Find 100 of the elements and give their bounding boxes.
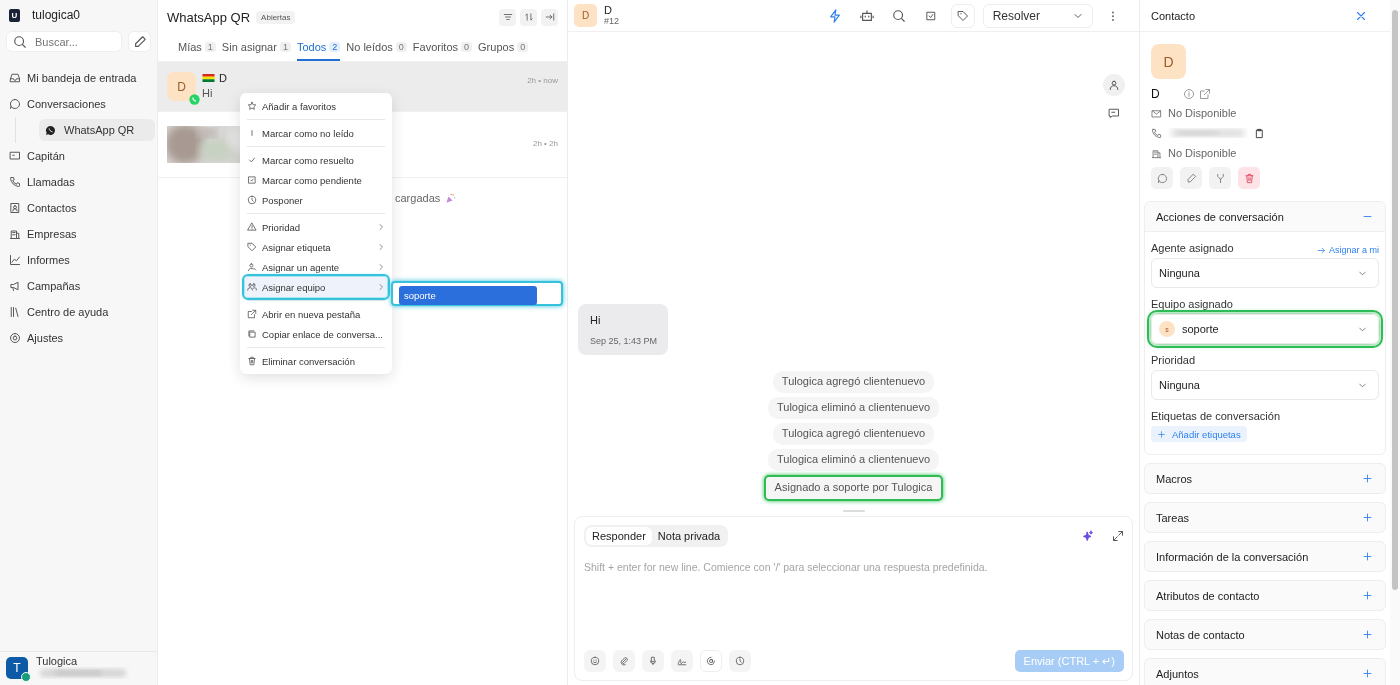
sparkle-icon[interactable] (1082, 530, 1094, 542)
nav-subitem[interactable]: WhatsApp QR (39, 119, 155, 141)
nav-item[interactable]: Campañas (9, 273, 157, 299)
activity-message: Tulogica agregó clientenuevo (772, 423, 935, 445)
menu-item[interactable]: Abrir en nueva pestaña (245, 304, 387, 324)
contact-action-button[interactable] (1238, 167, 1260, 189)
section-title[interactable]: Macros (1156, 472, 1193, 485)
nav-item[interactable]: Capitán (9, 143, 157, 169)
lightning-icon (827, 8, 842, 23)
collapse-button[interactable] (541, 8, 558, 26)
toolbar-button[interactable] (613, 650, 635, 672)
add-labels-button[interactable]: Añadir etiquetas (1151, 426, 1247, 442)
menu-item[interactable]: Posponer (245, 190, 387, 210)
dropdown[interactable]: Ninguna (1151, 258, 1379, 288)
menu-item[interactable]: Asignar equipo (245, 277, 387, 297)
monitor-icon (9, 150, 21, 162)
activity-message: Asignado a soporte por Tulogica (763, 475, 944, 501)
plus-icon[interactable] (1362, 668, 1373, 679)
toolbar-button[interactable] (700, 650, 722, 672)
search-icon (13, 34, 27, 49)
section-title[interactable]: Notas de contacto (1156, 628, 1245, 641)
toolbar-button[interactable] (671, 650, 693, 672)
menu-item[interactable]: Copiar enlace de conversa... (245, 324, 387, 344)
expand-icon[interactable] (1112, 530, 1124, 542)
plus-icon[interactable] (1362, 512, 1373, 523)
trash-icon (1243, 172, 1255, 184)
section-title[interactable]: Adjuntos (1156, 667, 1199, 680)
warning-icon (247, 222, 257, 232)
plus-icon[interactable] (1362, 473, 1373, 484)
status-badge[interactable]: Abiertas (256, 10, 296, 24)
filter-tab[interactable]: Favoritos 0 (412, 34, 473, 61)
search-input[interactable]: Buscar... (33, 34, 122, 49)
menu-item[interactable]: Asignar etiqueta (245, 237, 387, 257)
nav-item[interactable]: Llamadas (9, 169, 157, 195)
contact-avatar: D (1151, 44, 1186, 79)
message-text: Hi (590, 314, 602, 326)
contact-panel-button[interactable] (1103, 74, 1125, 96)
menu-item[interactable]: Marcar como resuelto (245, 150, 387, 170)
menu-item[interactable]: Marcar como pendiente (245, 170, 387, 190)
pencil-icon (132, 34, 147, 49)
trash-icon (247, 356, 257, 366)
menu-item[interactable]: Eliminar conversación (245, 351, 387, 371)
info-icon[interactable] (1183, 88, 1195, 100)
section-title[interactable]: Tareas (1156, 511, 1190, 524)
search-field[interactable]: Buscar... (6, 31, 122, 52)
resolve-button[interactable]: Resolver (982, 3, 1093, 28)
menu-item[interactable]: soporte (399, 286, 537, 305)
field-label: Agente asignado (1151, 242, 1234, 254)
contact-email: No Disponible (1168, 107, 1237, 119)
settings-icon (9, 332, 21, 344)
clipboard-icon[interactable] (1254, 127, 1265, 139)
menu-item[interactable]: Prioridad (245, 217, 387, 237)
contact-name: D (219, 72, 227, 84)
nav-item[interactable]: Conversaciones (9, 91, 157, 117)
filter-tab[interactable]: Grupos 0 (478, 34, 529, 61)
contact-company: No Disponible (1168, 147, 1237, 159)
label-button[interactable] (950, 3, 975, 28)
mail-icon (1151, 107, 1162, 119)
nav-item[interactable]: Mi bandeja de entrada (9, 65, 157, 91)
chevron-right-icon (377, 283, 385, 291)
flag-icon (202, 74, 215, 82)
section-title[interactable]: Atributos de contacto (1156, 589, 1260, 602)
filter-tab[interactable]: Sin asignar 1 (221, 34, 291, 61)
nav-item[interactable]: Ajustes (9, 325, 157, 351)
filter-tab[interactable]: No leídos 0 (346, 34, 407, 61)
reply-mode-tab[interactable]: Nota privada (651, 527, 727, 545)
scrollbar[interactable] (1390, 0, 1400, 685)
tag-icon (956, 9, 969, 22)
workspace-name[interactable]: tulogica0 (32, 8, 81, 22)
plus-icon (1157, 429, 1166, 439)
nav-item[interactable]: Centro de ayuda (9, 299, 157, 325)
nav-item[interactable]: Informes (9, 247, 157, 273)
compose-button[interactable] (128, 31, 151, 52)
plus-icon[interactable] (1362, 629, 1373, 640)
dropdown[interactable]: Ninguna (1151, 370, 1379, 400)
phone-icon (1151, 127, 1162, 139)
checkbox-icon (924, 9, 937, 22)
contact-action-button[interactable] (1151, 167, 1173, 189)
nav-item[interactable]: Contactos (9, 195, 157, 221)
assign-link[interactable]: Asignar a mi (1328, 245, 1379, 255)
filter-tab[interactable]: Mías 1 (178, 34, 216, 61)
filter-button[interactable] (499, 8, 516, 26)
plus-icon[interactable] (1362, 551, 1373, 562)
user-avatar[interactable]: T (6, 656, 28, 679)
at-icon (706, 656, 716, 666)
external-link-icon[interactable] (1199, 88, 1211, 100)
toolbar-button[interactable] (642, 650, 664, 672)
nav-item[interactable]: Empresas (9, 221, 157, 247)
menu-item[interactable]: Marcar como no leído (245, 123, 387, 143)
copy-icon (247, 329, 257, 339)
toolbar-button[interactable] (584, 650, 606, 672)
plus-icon[interactable] (1362, 590, 1373, 601)
section-title[interactable]: Información de la conversación (1156, 550, 1309, 563)
menu-item[interactable]: Asignar un agente (245, 257, 387, 277)
timestamp: 2h • 2h (532, 139, 558, 148)
sort-button[interactable] (520, 8, 537, 26)
contact-action-button[interactable] (1180, 167, 1202, 189)
reply-mode-tab[interactable]: Responder (586, 527, 652, 545)
contact-action-button[interactable] (1209, 167, 1231, 189)
toolbar-button[interactable] (729, 650, 751, 672)
